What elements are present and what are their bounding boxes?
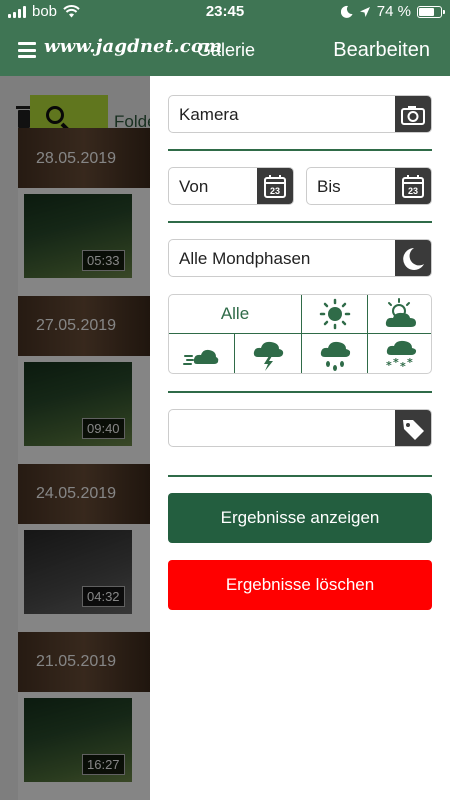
filter-panel: Kamera Von 23 Bis 23 Alle Mondphasen All… — [150, 76, 450, 800]
cloud-sun-icon — [385, 298, 416, 327]
svg-text:*: * — [407, 356, 413, 369]
date-from-label: Von — [179, 177, 209, 196]
camera-select-label: Kamera — [179, 105, 239, 124]
moon-phase-label: Alle Mondphasen — [179, 249, 311, 268]
moon-icon[interactable] — [395, 240, 431, 276]
do-not-disturb-moon-icon — [340, 5, 353, 18]
svg-text:*: * — [386, 359, 392, 372]
calendar-day: 23 — [270, 186, 280, 196]
weather-sunny-option[interactable] — [302, 295, 368, 334]
moon-phase-select[interactable]: Alle Mondphasen — [168, 239, 432, 277]
status-bar: bob 23:45 74 % — [0, 0, 450, 24]
divider — [168, 221, 432, 223]
weather-wind-option[interactable] — [169, 334, 235, 373]
divider — [168, 391, 432, 393]
tag-input[interactable] — [168, 409, 432, 447]
date-from-field[interactable]: Von 23 — [168, 167, 294, 205]
rain-icon — [320, 341, 350, 371]
sun-icon — [319, 298, 350, 330]
dim-overlay[interactable] — [0, 76, 150, 800]
calendar-day: 23 — [408, 186, 418, 196]
battery-fill — [419, 7, 435, 16]
edit-button[interactable]: Bearbeiten — [333, 39, 430, 62]
camera-icon[interactable] — [395, 96, 431, 132]
weather-filter-grid: Alle * * * * — [168, 294, 432, 374]
calendar-icon[interactable]: 23 — [257, 168, 293, 204]
snow-icon: * * * * — [386, 340, 416, 373]
wind-cloud-icon — [182, 349, 218, 365]
calendar-icon[interactable]: 23 — [395, 168, 431, 204]
thunderstorm-icon — [253, 341, 284, 371]
weather-snow-option[interactable]: * * * * — [368, 334, 431, 373]
camera-select[interactable]: Kamera — [168, 95, 432, 133]
show-results-button[interactable]: Ergebnisse anzeigen — [168, 493, 432, 543]
tag-icon[interactable] — [395, 410, 431, 446]
weather-all-option[interactable]: Alle — [169, 295, 302, 334]
clear-results-button[interactable]: Ergebnisse löschen — [168, 560, 432, 610]
weather-thunderstorm-option[interactable] — [235, 334, 302, 373]
divider — [168, 475, 432, 477]
date-to-field[interactable]: Bis 23 — [306, 167, 432, 205]
divider — [168, 149, 432, 151]
app-logo: www.jagdnet.com — [44, 36, 223, 57]
hamburger-menu-icon[interactable] — [18, 42, 36, 58]
svg-text:*: * — [393, 356, 399, 369]
weather-partly-cloudy-option[interactable] — [368, 295, 431, 334]
battery-icon — [417, 5, 445, 18]
date-to-label: Bis — [317, 177, 341, 196]
app-header: www.jagdnet.com Galerie Bearbeiten — [0, 24, 450, 76]
page-title: Galerie — [197, 40, 256, 60]
svg-text:*: * — [400, 360, 406, 373]
location-arrow-icon — [359, 6, 370, 17]
battery-percent: 74 % — [376, 3, 411, 20]
weather-rain-option[interactable] — [302, 334, 368, 373]
